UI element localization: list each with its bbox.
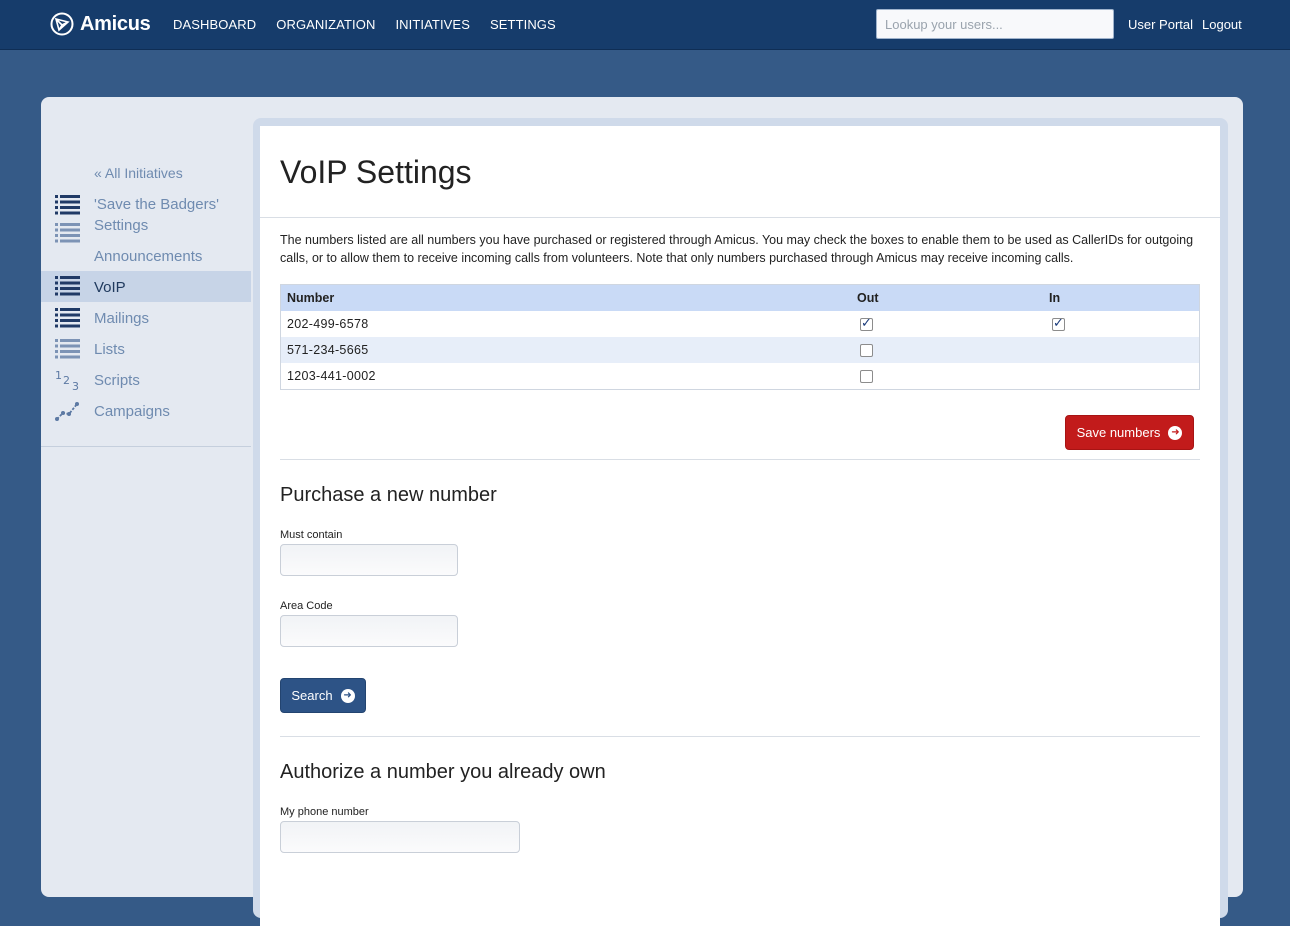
sidebar-item-scripts[interactable]: 123 Scripts [41,369,251,391]
phone-number-input[interactable] [280,821,520,853]
top-navbar: Amicus DASHBOARD ORGANIZATION INITIATIVE… [0,0,1290,50]
area-code-label: Area Code [280,600,333,612]
out-cell [851,337,1043,363]
main-nav: DASHBOARD ORGANIZATION INITIATIVES SETTI… [173,17,576,32]
sidebar-item-mailings[interactable]: Mailings [41,307,251,329]
arrow-right-icon: ➜ [340,688,355,703]
page-description: The numbers listed are all numbers you h… [280,233,1194,265]
authorize-section-title: Authorize a number you already own [280,761,606,783]
out-checkbox[interactable] [860,315,873,332]
sidebar-item-voip[interactable]: VoIP [41,271,251,302]
area-code-input[interactable] [280,615,458,647]
save-numbers-button[interactable]: Save numbers ➜ [1065,415,1194,450]
number-cell: 202-499-6578 [287,317,369,331]
sidebar-divider [41,446,251,447]
purchase-section-title: Purchase a new number [280,484,497,506]
main-frame: « All Initiatives 'Save the Badgers' Set… [41,97,1243,926]
section-divider [280,459,1200,460]
nav-organization[interactable]: ORGANIZATION [276,17,375,32]
list-icon [55,339,80,359]
content-panel-border: VoIP Settings The numbers listed are all… [253,118,1228,926]
list-icon [55,195,80,215]
sidebar-item-label: Announcements [94,248,203,265]
sidebar-item-label: Scripts [94,372,140,389]
save-numbers-label: Save numbers [1076,425,1161,440]
sidebar-item-lists[interactable]: Lists [41,338,251,360]
column-header-number: Number [280,284,851,311]
column-header-in: In [1043,284,1200,311]
nav-dashboard[interactable]: DASHBOARD [173,17,256,32]
all-initiatives-link[interactable]: « All Initiatives [94,165,183,181]
in-cell [1043,363,1200,390]
out-checkbox[interactable] [860,370,873,384]
list-icon [55,308,80,328]
title-divider [260,217,1220,218]
sidebar-item-label: 'Save the Badgers' Settings [94,196,219,234]
svg-text:1: 1 [55,369,62,382]
out-checkbox[interactable] [860,344,873,358]
in-cell [1043,337,1200,363]
amicus-logo-icon [50,12,74,36]
svg-text:2: 2 [63,374,70,387]
sidebar-item-announcements[interactable]: Announcements [41,223,251,268]
logout-link[interactable]: Logout [1202,17,1242,32]
table-row: 202-499-6578 [281,311,1200,337]
search-button[interactable]: Search ➜ [280,678,366,713]
section-divider [280,736,1200,737]
list-icon [55,223,80,243]
logo-text: Amicus [80,12,151,35]
content-panel: VoIP Settings The numbers listed are all… [260,126,1220,926]
nav-settings[interactable]: SETTINGS [490,17,556,32]
sidebar-item-label: VoIP [94,279,126,296]
number-cell: 1203-441-0002 [287,369,376,383]
out-cell [851,363,1043,390]
out-cell [851,311,1043,337]
numbers-icon: 123 [55,369,79,391]
must-contain-label: Must contain [280,529,343,541]
logo[interactable]: Amicus [50,11,151,37]
list-icon [55,276,80,296]
numbers-table: Number Out In 202-499-6578 571-234-5665 … [280,284,1200,390]
column-header-out: Out [851,284,1043,311]
sidebar-item-label: Campaigns [94,403,170,420]
table-row: 1203-441-0002 [281,363,1200,390]
sidebar-item-label: Lists [94,341,125,358]
table-header-row: Number Out In [280,284,1200,311]
user-search-input[interactable] [876,9,1114,39]
line-chart-icon [55,402,79,421]
in-checkbox[interactable] [1052,315,1065,332]
sidebar-item-campaigns[interactable]: Campaigns [41,400,251,422]
number-cell: 571-234-5665 [280,337,851,363]
must-contain-input[interactable] [280,544,458,576]
user-portal-link[interactable]: User Portal [1128,17,1193,32]
phone-number-label: My phone number [280,806,369,818]
nav-initiatives[interactable]: INITIATIVES [395,17,470,32]
page-title: VoIP Settings [280,154,472,190]
table-row: 571-234-5665 [280,337,1200,363]
sidebar: « All Initiatives 'Save the Badgers' Set… [41,97,251,877]
sidebar-item-label: Mailings [94,310,150,327]
in-cell [1043,311,1200,337]
svg-text:3: 3 [72,380,79,391]
arrow-right-icon: ➜ [1168,425,1183,440]
search-button-label: Search [291,688,333,703]
